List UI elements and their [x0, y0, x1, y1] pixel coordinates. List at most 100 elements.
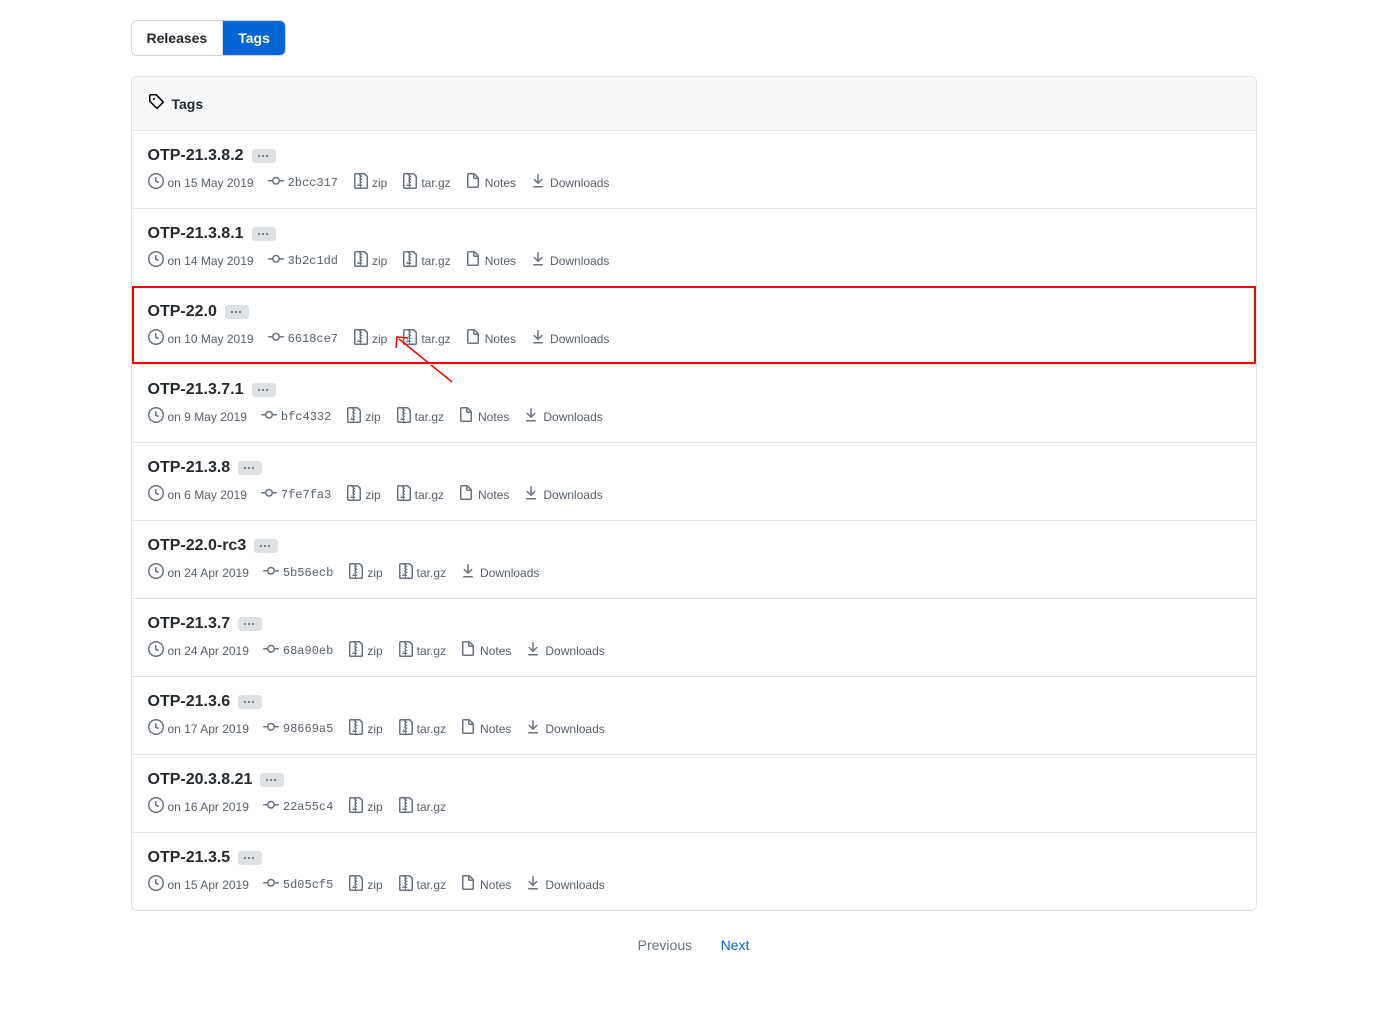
expand-ellipsis-button[interactable] — [260, 773, 284, 787]
tag-name-link[interactable]: OTP-21.3.6 — [148, 693, 231, 710]
tag-name-link[interactable]: OTP-21.3.8 — [148, 459, 231, 476]
zip-link[interactable]: zip — [345, 485, 380, 504]
tag-name-link[interactable]: OTP-22.0-rc3 — [148, 537, 247, 554]
tag-name-link[interactable]: OTP-21.3.7.1 — [148, 381, 244, 398]
tabnav: Releases Tags — [131, 20, 1257, 56]
box-header-title: Tags — [172, 96, 204, 112]
expand-ellipsis-button[interactable] — [252, 227, 276, 241]
tag-name-link[interactable]: OTP-20.3.8.21 — [148, 771, 253, 788]
notes-link[interactable]: Notes — [460, 641, 511, 660]
zip-link[interactable]: zip — [352, 251, 387, 270]
commit-link[interactable]: 5b56ecb — [263, 563, 333, 582]
expand-ellipsis-button[interactable] — [254, 539, 278, 553]
commit-link[interactable]: 22a55c4 — [263, 797, 333, 816]
tab-releases[interactable]: Releases — [132, 21, 223, 55]
targz-link[interactable]: tar.gz — [401, 173, 450, 192]
notes-link[interactable]: Notes — [460, 875, 511, 894]
commit-link[interactable]: 6618ce7 — [268, 329, 338, 348]
commit-sha: 3b2c1dd — [288, 254, 338, 268]
downloads-link[interactable]: Downloads — [460, 563, 539, 582]
tag-row: OTP-20.3.8.21 on 16 Apr 2019 22a55c4 zip… — [132, 754, 1256, 832]
zip-link[interactable]: zip — [352, 173, 387, 192]
targz-link[interactable]: tar.gz — [397, 875, 446, 894]
notes-link[interactable]: Notes — [458, 407, 509, 426]
notes-link[interactable]: Notes — [465, 329, 516, 348]
targz-link[interactable]: tar.gz — [397, 563, 446, 582]
date-text: on 15 May 2019 — [168, 176, 254, 190]
commit-link[interactable]: 2bcc317 — [268, 173, 338, 192]
downloads-label: Downloads — [480, 566, 539, 580]
targz-link[interactable]: tar.gz — [401, 251, 450, 270]
expand-ellipsis-button[interactable] — [238, 695, 262, 709]
commit-link[interactable]: 98669a5 — [263, 719, 333, 738]
tab-tags[interactable]: Tags — [222, 21, 285, 55]
tag-date: on 24 Apr 2019 — [148, 641, 249, 660]
pagination-next[interactable]: Next — [721, 937, 750, 953]
tag-name-link[interactable]: OTP-22.0 — [148, 303, 217, 320]
ellipsis-icon — [258, 382, 270, 398]
downloads-link[interactable]: Downloads — [530, 329, 609, 348]
ellipsis-icon — [244, 850, 256, 866]
targz-link[interactable]: tar.gz — [397, 719, 446, 738]
expand-ellipsis-button[interactable] — [238, 851, 262, 865]
pagination-previous[interactable]: Previous — [638, 937, 692, 953]
expand-ellipsis-button[interactable] — [252, 149, 276, 163]
tag-date: on 15 Apr 2019 — [148, 875, 249, 894]
commit-icon — [261, 407, 277, 426]
targz-label: tar.gz — [417, 800, 446, 814]
tag-row: OTP-21.3.8.1 on 14 May 2019 3b2c1dd zip … — [132, 208, 1256, 286]
ellipsis-icon — [266, 772, 278, 788]
tag-name-link[interactable]: OTP-21.3.5 — [148, 849, 231, 866]
zip-link[interactable]: zip — [347, 563, 382, 582]
zip-icon — [352, 173, 368, 192]
zip-link[interactable]: zip — [347, 875, 382, 894]
downloads-link[interactable]: Downloads — [523, 485, 602, 504]
downloads-link[interactable]: Downloads — [525, 641, 604, 660]
expand-ellipsis-button[interactable] — [252, 383, 276, 397]
tag-name-link[interactable]: OTP-21.3.8.2 — [148, 147, 244, 164]
notes-link[interactable]: Notes — [460, 719, 511, 738]
commit-link[interactable]: 7fe7fa3 — [261, 485, 331, 504]
expand-ellipsis-button[interactable] — [238, 461, 262, 475]
zip-icon — [397, 719, 413, 738]
commit-link[interactable]: 5d05cf5 — [263, 875, 333, 894]
ellipsis-icon — [260, 538, 272, 554]
tag-name-link[interactable]: OTP-21.3.7 — [148, 615, 231, 632]
downloads-link[interactable]: Downloads — [530, 173, 609, 192]
targz-link[interactable]: tar.gz — [401, 329, 450, 348]
zip-link[interactable]: zip — [352, 329, 387, 348]
downloads-link[interactable]: Downloads — [523, 407, 602, 426]
expand-ellipsis-button[interactable] — [225, 305, 249, 319]
tag-date: on 17 Apr 2019 — [148, 719, 249, 738]
notes-link[interactable]: Notes — [465, 173, 516, 192]
notes-link[interactable]: Notes — [458, 485, 509, 504]
expand-ellipsis-button[interactable] — [238, 617, 262, 631]
commit-link[interactable]: 68a90eb — [263, 641, 333, 660]
zip-link[interactable]: zip — [347, 641, 382, 660]
file-icon — [465, 173, 481, 192]
zip-label: zip — [372, 254, 387, 268]
commit-link[interactable]: bfc4332 — [261, 407, 331, 426]
commit-sha: bfc4332 — [281, 410, 331, 424]
tag-name-link[interactable]: OTP-21.3.8.1 — [148, 225, 244, 242]
downloads-link[interactable]: Downloads — [525, 719, 604, 738]
targz-link[interactable]: tar.gz — [395, 407, 444, 426]
zip-label: zip — [372, 332, 387, 346]
download-icon — [523, 485, 539, 504]
commit-icon — [268, 329, 284, 348]
downloads-link[interactable]: Downloads — [530, 251, 609, 270]
zip-icon — [397, 641, 413, 660]
targz-link[interactable]: tar.gz — [397, 797, 446, 816]
zip-link[interactable]: zip — [345, 407, 380, 426]
zip-link[interactable]: zip — [347, 797, 382, 816]
notes-link[interactable]: Notes — [465, 251, 516, 270]
targz-link[interactable]: tar.gz — [395, 485, 444, 504]
notes-label: Notes — [478, 488, 509, 502]
downloads-label: Downloads — [543, 488, 602, 502]
downloads-link[interactable]: Downloads — [525, 875, 604, 894]
targz-label: tar.gz — [421, 254, 450, 268]
commit-link[interactable]: 3b2c1dd — [268, 251, 338, 270]
zip-link[interactable]: zip — [347, 719, 382, 738]
targz-link[interactable]: tar.gz — [397, 641, 446, 660]
clock-icon — [148, 407, 164, 426]
